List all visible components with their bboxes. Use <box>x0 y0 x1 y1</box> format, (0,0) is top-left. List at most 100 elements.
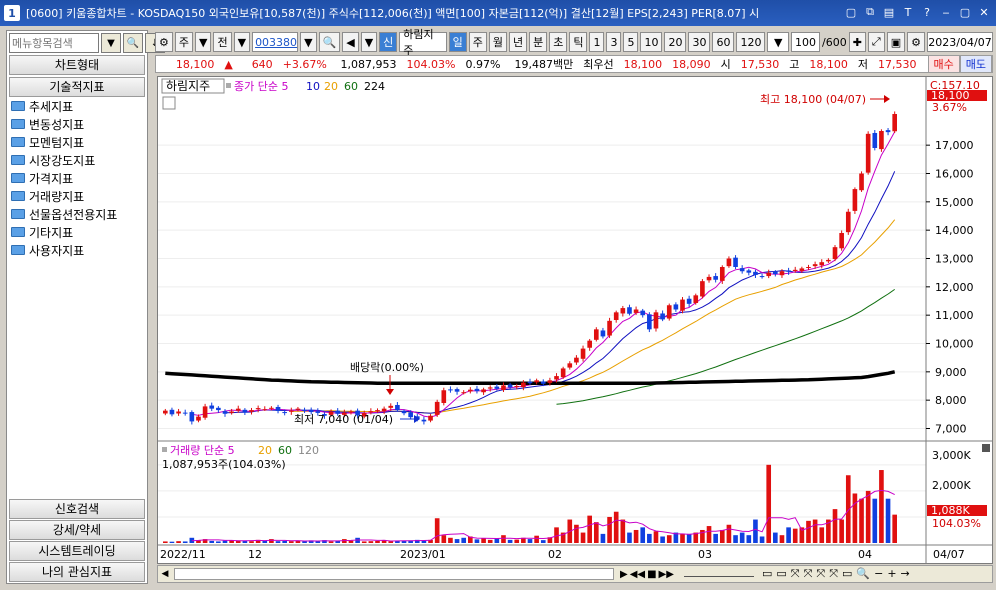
volume-bar <box>368 541 374 543</box>
crosshair-icon[interactable]: ✚ <box>848 32 866 52</box>
chart-tool-icon[interactable]: ⤧ <box>791 567 800 581</box>
tree-item[interactable]: 거래량지표 <box>11 187 117 205</box>
code-dropdown-icon[interactable]: ▼ <box>300 32 317 52</box>
window-control-4[interactable]: T <box>900 4 916 20</box>
scroll-left-icon[interactable]: ◀ <box>158 569 172 579</box>
maximize-icon[interactable]: ▢ <box>957 4 973 20</box>
candle-body <box>713 276 718 280</box>
close-icon[interactable]: ✕ <box>976 4 992 20</box>
interval-1[interactable]: 1 <box>589 32 605 52</box>
save-icon[interactable]: ▣ <box>886 32 906 52</box>
period-minute[interactable]: 분 <box>529 32 548 52</box>
chart-settings-icon[interactable]: ⚙ <box>155 32 173 52</box>
chart-tool-icon[interactable]: ▭ <box>762 567 772 581</box>
window-control-3[interactable]: ▤ <box>881 4 897 20</box>
period-year[interactable]: 년 <box>508 32 528 52</box>
tree-item[interactable]: 시장강도지표 <box>11 151 117 169</box>
interval-30[interactable]: 30 <box>688 32 711 52</box>
count-field[interactable]: 100 <box>790 32 820 52</box>
stock-name-field[interactable]: 하림지주 <box>399 28 447 57</box>
dropdown-icon[interactable]: ▼ <box>360 32 378 52</box>
menu-search-input[interactable] <box>9 33 99 53</box>
rewind-icon[interactable]: ◀◀ <box>630 569 645 580</box>
chart-tool-icon[interactable]: ⤧ <box>816 567 825 581</box>
sell-button[interactable]: 매도 <box>959 55 992 73</box>
tree-item[interactable]: 가격지표 <box>11 169 117 187</box>
scroll-track[interactable] <box>174 568 614 580</box>
buy-button[interactable]: 매수 <box>927 55 960 73</box>
minimize-icon[interactable]: ‒ <box>938 4 954 20</box>
candle-body <box>388 405 394 408</box>
tree-item[interactable]: 모멘텀지표 <box>11 133 117 151</box>
tool-icon[interactable]: ⤢ <box>867 32 885 52</box>
interval-custom-field[interactable]: ▼ <box>767 32 789 52</box>
volume-bar <box>275 541 281 543</box>
tree-item[interactable]: 추세지표 <box>11 97 117 115</box>
chart-area[interactable]: 하림지주 종가 단순 5 10 20 60 224 최고 18,100 (04/… <box>157 76 993 564</box>
window-control-1[interactable]: ▢ <box>843 4 859 20</box>
interval-20[interactable]: 20 <box>664 32 687 52</box>
date-field[interactable]: 2023/04/07 <box>927 32 993 52</box>
gear-icon[interactable]: ⚙ <box>907 32 925 52</box>
chart-tool-icon[interactable]: ⤧ <box>804 567 813 581</box>
interval-120[interactable]: 120 <box>736 32 766 52</box>
interval-5[interactable]: 5 <box>623 32 639 52</box>
period-day[interactable]: 일 <box>448 32 467 52</box>
period-tick[interactable]: 틱 <box>569 32 588 52</box>
tech-indicator-header[interactable]: 기술적지표 <box>9 77 145 97</box>
chart-tool-icon[interactable]: ▭ <box>776 567 786 581</box>
folder-icon <box>11 155 25 165</box>
tree-item[interactable]: 선물옵션전용지표 <box>11 205 117 223</box>
prev-button[interactable]: 전 <box>213 32 232 52</box>
window-control-2[interactable]: ⧉ <box>862 4 878 20</box>
dropdown-icon[interactable]: ▼ <box>195 32 212 52</box>
interval-10[interactable]: 10 <box>640 32 663 52</box>
scroll-right-icon[interactable]: → <box>901 567 910 581</box>
period-week[interactable]: 주 <box>468 32 487 52</box>
folder-icon <box>11 137 25 147</box>
zoom-out-icon[interactable]: − <box>874 567 883 581</box>
chart-tool-icon[interactable]: ⤧ <box>829 567 838 581</box>
help-icon[interactable]: ? <box>919 4 935 20</box>
zoom-in-icon[interactable]: + <box>887 567 896 581</box>
system-trading-button[interactable]: 시스템트레이딩 <box>9 541 145 561</box>
stop-icon[interactable]: ■ <box>647 569 656 580</box>
volume-bar <box>587 515 592 543</box>
chart-type-header[interactable]: 차트형태 <box>9 55 145 75</box>
forward-icon[interactable]: ▶▶ <box>659 569 674 580</box>
volume-legend-label: 거래량 단순 5 <box>170 444 235 457</box>
zoom-search-icon[interactable]: 🔍 <box>856 567 870 581</box>
volume-close-icon[interactable] <box>982 444 990 452</box>
chart-option-icon[interactable] <box>162 96 176 110</box>
stock-chart[interactable]: 하림지주 종가 단순 5 10 20 60 224 최고 18,100 (04/… <box>158 77 992 563</box>
candle-body <box>892 114 897 132</box>
period-month[interactable]: 월 <box>488 32 507 52</box>
tree-item[interactable]: 사용자지표 <box>11 241 117 259</box>
candle-body <box>653 312 659 329</box>
search-dropdown-icon[interactable]: ▼ <box>101 33 121 53</box>
volume-bar <box>216 541 221 543</box>
zoom-slider[interactable] <box>683 571 754 577</box>
speaker-icon[interactable]: ◀ <box>342 32 359 52</box>
candle-body <box>786 270 791 272</box>
interval-60[interactable]: 60 <box>712 32 735 52</box>
search-icon[interactable]: 🔍 <box>318 32 341 52</box>
folder-icon <box>11 173 25 183</box>
candle-body <box>242 409 248 413</box>
search-icon[interactable]: 🔍 <box>123 33 143 53</box>
volume-bar <box>375 540 380 543</box>
candle-body <box>209 405 215 409</box>
period-main-select[interactable]: 주 <box>174 32 193 52</box>
tree-item[interactable]: 기타지표 <box>11 223 117 241</box>
signal-search-button[interactable]: 신호검색 <box>9 499 145 519</box>
play-icon[interactable]: ▶ <box>620 569 628 580</box>
interval-3[interactable]: 3 <box>606 32 622 52</box>
tree-item[interactable]: 변동성지표 <box>11 115 117 133</box>
dropdown-icon[interactable]: ▼ <box>233 32 251 52</box>
my-indicator-button[interactable]: 나의 관심지표 <box>9 562 145 582</box>
stock-code-input[interactable]: 003380 <box>252 32 299 52</box>
period-second[interactable]: 초 <box>549 32 568 52</box>
chart-tool-icon[interactable]: ▭ <box>842 567 852 581</box>
strength-button[interactable]: 강세/약세 <box>9 520 145 540</box>
chart-scrollbar[interactable]: ◀ ▶ ◀◀ ■ ▶▶ ▭ ▭ ⤧ ⤧ ⤧ ⤧ ▭ 🔍 − + → <box>157 565 993 583</box>
